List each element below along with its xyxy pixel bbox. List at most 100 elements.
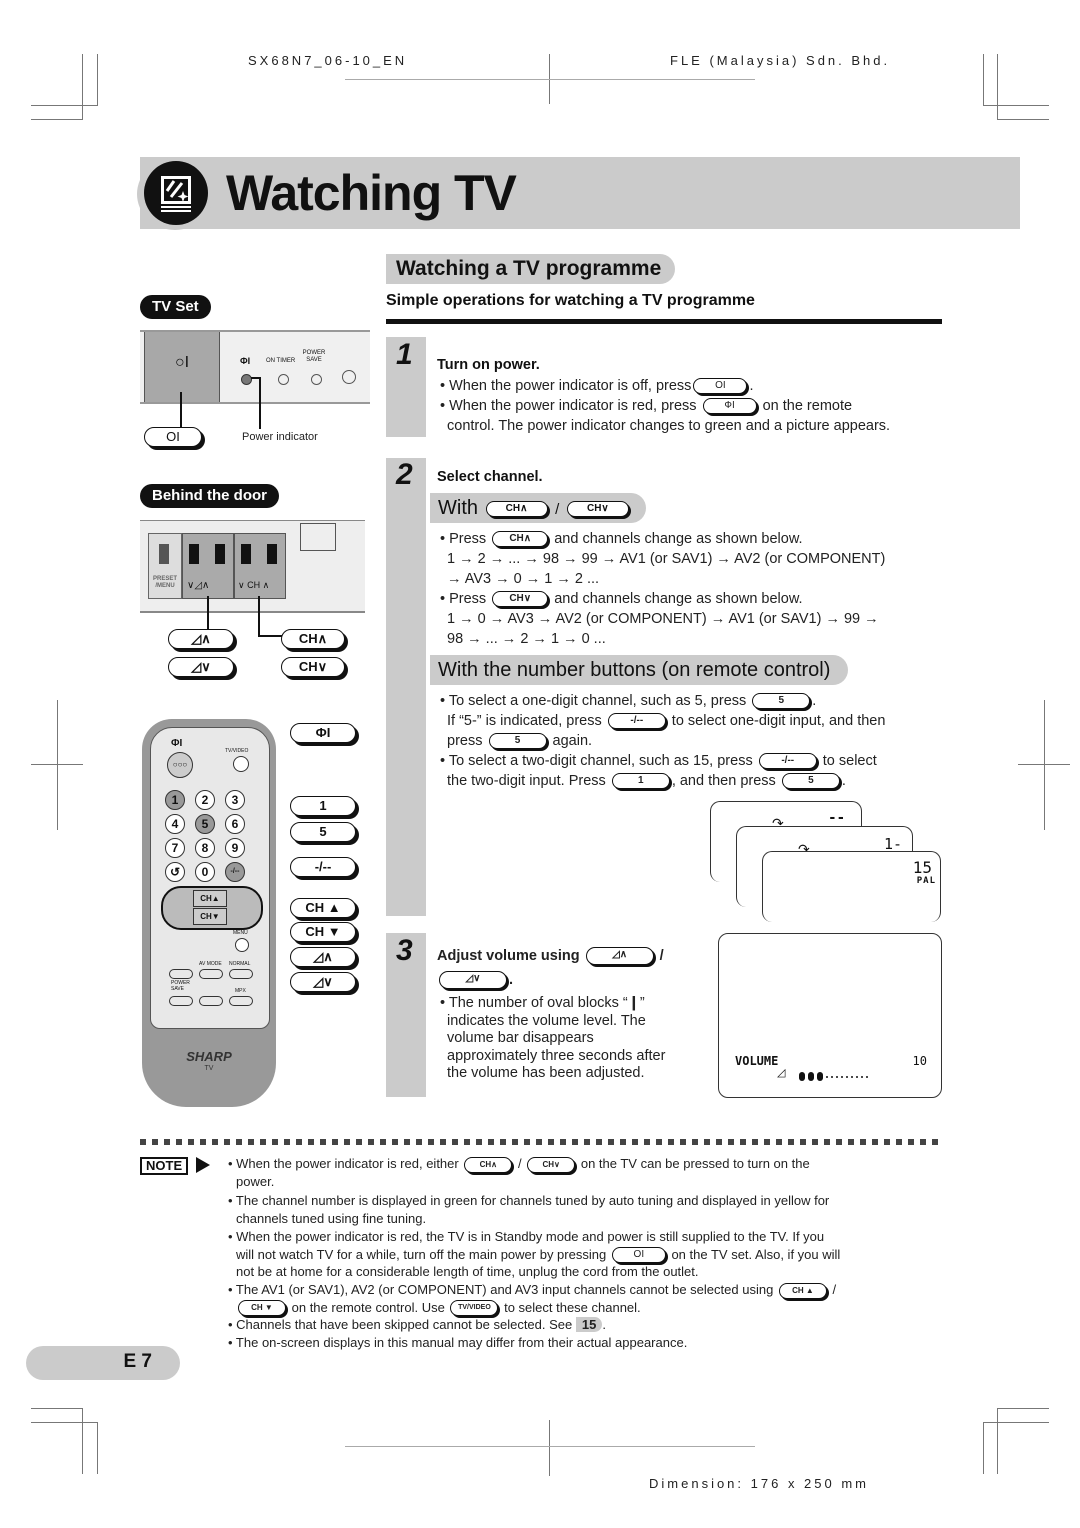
tv-front-panel: ○I ФI ON TIMER POWER SAVE (140, 330, 370, 404)
tv-set-label: TV Set (140, 295, 211, 319)
crop-mark (345, 1446, 755, 1447)
volume-block-empty (831, 1075, 833, 1078)
power-key: OI (693, 378, 748, 395)
tv-video-label: TV/VIDEO (225, 748, 249, 754)
power-indicator-label: Power indicator (242, 431, 318, 443)
ch-down-sequence: 98 → ... → 2 → 1 → 0 ... (447, 631, 606, 647)
tv-video-key: TV/VIDEO (450, 1300, 499, 1317)
vol-down-callout: ◿∨ (168, 657, 234, 677)
crop-mark (983, 105, 1049, 106)
note-item: • When the power indicator is red, eithe… (228, 1156, 810, 1189)
av-mode-button (199, 969, 223, 979)
door-latch (300, 523, 336, 551)
channel-label: ∨ CH ∧ (238, 580, 270, 590)
volume-description-line: approximately three seconds after (447, 1047, 666, 1064)
crop-mark (82, 54, 83, 120)
section-subtitle: Simple operations for watching a TV prog… (386, 292, 755, 309)
num-line: the two-digit input. Press 1, and then p… (447, 773, 846, 790)
remote-digit-button: -/-- (225, 862, 245, 882)
step-title-cont: ◿∨. (437, 970, 513, 990)
digit-5-key: 5 (752, 693, 811, 710)
step-title: Turn on power. (437, 357, 540, 373)
vol-up-key: ◿∧ (585, 947, 654, 966)
osd-system: PAL (916, 876, 936, 886)
preset-menu-button: PRESET /MENU (148, 533, 182, 599)
remote-face: ФI ○○○ TV/VIDEO CH▲ CH▼ MENU AV MODE NOR… (150, 727, 270, 1029)
vol-up-callout: ◿∧ (168, 629, 234, 649)
remote-control: ФI ○○○ TV/VIDEO CH▲ CH▼ MENU AV MODE NOR… (142, 719, 276, 1107)
mute-button (169, 969, 193, 979)
crop-mark (983, 54, 984, 106)
volume-value: 10 (912, 1054, 927, 1068)
volume-bar (799, 1068, 871, 1086)
crop-mark (31, 105, 97, 106)
ch-up-callout: CH∧ (281, 629, 345, 649)
step-title: Adjust volume using ◿∧ / (437, 947, 664, 966)
power-save-button (169, 996, 193, 1006)
number-buttons-bar: With the number buttons (on remote contr… (430, 655, 848, 685)
power-indicator-led (241, 374, 252, 385)
crop-mark (97, 1422, 98, 1474)
page-number: E 7 (123, 1351, 152, 1372)
remote-digit-button: 8 (195, 838, 215, 858)
remote-ch-down: CH▼ (193, 908, 227, 925)
ch-down-callout: CH∨ (281, 657, 345, 677)
volume-block-empty (856, 1075, 858, 1078)
ch-up-key: CH∧ (464, 1156, 513, 1173)
ch-down-sequence: 1 → 0 → AV3 → AV2 (or COMPONENT) → AV1 (… (447, 611, 879, 627)
with-ch-bar: With CH∧ / CH∨ (430, 493, 646, 523)
ch-up-key: CH∧ (492, 531, 549, 548)
volume-buttons: ∨◿∧ (182, 533, 234, 599)
digit-toggle-key: -/-- (607, 713, 666, 730)
digit-5-key: 5 (488, 733, 547, 750)
volume-block-empty (841, 1075, 843, 1078)
crop-mark (983, 1422, 1049, 1423)
ch-down-key: CH∨ (492, 591, 549, 608)
volume-description-line: volume bar disappears (447, 1030, 594, 1046)
crop-mark (997, 119, 1049, 120)
remote-callout: 1 (290, 796, 356, 816)
volume-block-empty (851, 1075, 853, 1078)
menu-button (235, 938, 249, 952)
remote-callout: ◿∨ (290, 972, 356, 992)
mpx-label: MPX (235, 988, 246, 994)
volume-label: ∨◿∧ (187, 580, 210, 591)
crop-mark (997, 1408, 998, 1474)
crop-mark (31, 1408, 83, 1409)
note-item: • The AV1 (or SAV1), AV2 (or COMPONENT) … (228, 1282, 837, 1317)
normal-button (229, 969, 253, 979)
step-number: 3 (396, 934, 413, 967)
note-tag: NOTE (140, 1157, 189, 1175)
section-title: Watching a TV programme (386, 254, 676, 284)
remote-callout: -/-- (290, 857, 356, 877)
step1-line1: • When the power indicator is off, press… (440, 378, 754, 395)
normal-label: NORMAL (229, 961, 251, 967)
channel-buttons: ∨ CH ∧ (234, 533, 286, 599)
crop-mark (82, 1408, 83, 1474)
page-reference[interactable]: 15 (575, 1317, 603, 1332)
num-line: • To select a two-digit channel, such as… (440, 753, 877, 770)
av-mode-label: AV MODE (199, 961, 222, 967)
arrow-icon: ↷ (772, 815, 784, 831)
chapter-title: Watching TV (226, 165, 517, 221)
volume-block-filled (817, 1072, 823, 1082)
brand-logo: SHARP (186, 1049, 232, 1064)
volume-block-filled (799, 1072, 805, 1082)
standby-key: ФI (702, 398, 757, 415)
brand-sub: TV (204, 1065, 214, 1072)
note-arrow-icon (196, 1157, 210, 1173)
ch-up-key: CH ▲ (778, 1282, 827, 1299)
volume-block-empty (846, 1075, 848, 1078)
remote-standby-button: ○○○ (167, 752, 193, 778)
step-title: Select channel. (437, 469, 543, 485)
volume-block-empty (861, 1075, 863, 1078)
remote-callout: 5 (290, 822, 356, 842)
volume-block-empty (826, 1075, 828, 1078)
step-number: 2 (396, 458, 413, 491)
crop-mark (31, 119, 83, 120)
page-number-badge: E 7 (26, 1346, 180, 1380)
volume-description-line: • The number of oval blocks “❙” (440, 995, 645, 1011)
mpx-button (229, 996, 253, 1006)
ch-up-sequence: 1 → 2 → ... → 98 → 99 → AV1 (or SAV1) → … (447, 551, 886, 567)
ch-down-key: CH∨ (527, 1156, 576, 1173)
